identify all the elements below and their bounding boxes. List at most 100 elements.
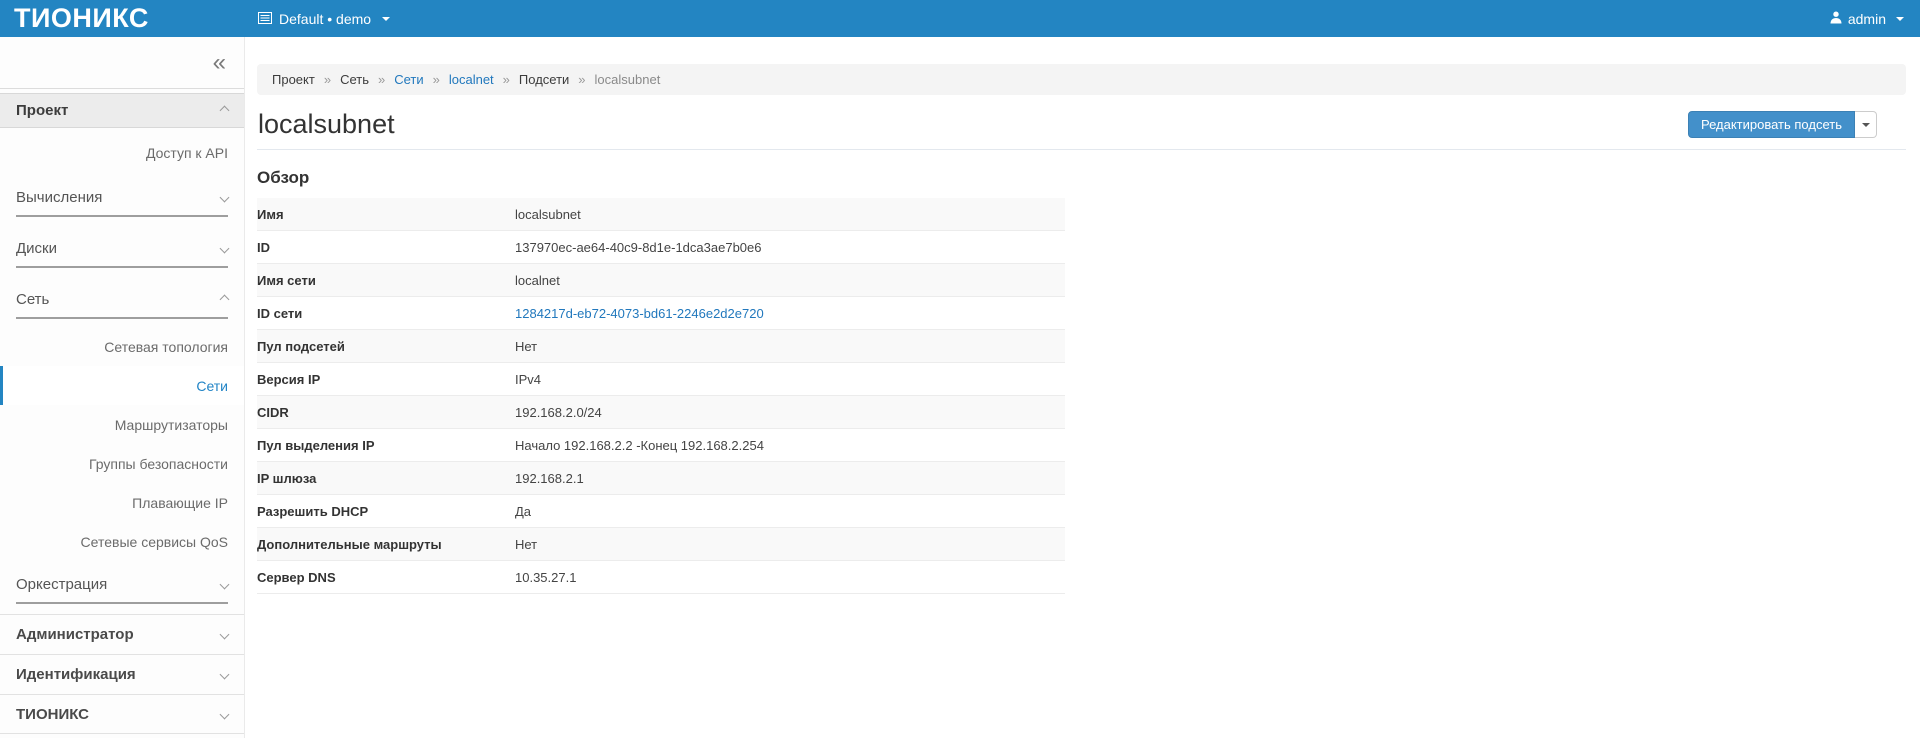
brand-logo[interactable]: ТИОНИКС: [0, 5, 245, 32]
sidebar-item-label: Маршрутизаторы: [115, 417, 228, 433]
sidebar-item-label: Сетевая топология: [104, 339, 228, 355]
sidebar-item-network-topology[interactable]: Сетевая топология: [0, 327, 244, 366]
breadcrumb-item: Сеть: [340, 72, 369, 87]
main-layout: « Проект Доступ к API Вычисления Диски С…: [0, 37, 1920, 738]
row-label: Дополнительные маршруты: [257, 537, 515, 552]
row-label: Имя: [257, 207, 515, 222]
page-header: localsubnet Редактировать подсеть: [257, 109, 1906, 150]
table-row: Пул подсетей Нет: [257, 330, 1065, 363]
row-value: 192.168.2.0/24: [515, 405, 602, 420]
user-menu[interactable]: admin: [1830, 11, 1904, 27]
row-value: Начало 192.168.2.2 -Конец 192.168.2.254: [515, 438, 764, 453]
projects-icon: [258, 11, 272, 27]
sidebar-item-floating-ips[interactable]: Плавающие IP: [0, 483, 244, 522]
double-angle-icon: »: [324, 72, 331, 87]
sidebar-panel-orchestration-label: Оркестрация: [16, 576, 107, 593]
page-title: localsubnet: [257, 109, 395, 140]
breadcrumb-link-localnet[interactable]: localnet: [449, 72, 494, 87]
table-row: Дополнительные маршруты Нет: [257, 528, 1065, 561]
sidebar-section-tionix-label: ТИОНИКС: [16, 706, 89, 723]
sidebar-panel-compute[interactable]: Вычисления: [0, 177, 244, 225]
user-menu-label: admin: [1848, 11, 1886, 27]
row-label: Пул подсетей: [257, 339, 515, 354]
project-switcher-label: Default • demo: [279, 11, 371, 27]
table-row: Сервер DNS 10.35.27.1: [257, 561, 1065, 594]
sidebar-panel-compute-label: Вычисления: [16, 189, 102, 206]
caret-down-icon: [382, 17, 390, 21]
row-label: Сервер DNS: [257, 570, 515, 585]
user-icon: [1830, 11, 1842, 27]
chevron-down-icon: [220, 192, 230, 202]
row-value: localnet: [515, 273, 560, 288]
table-row: Разрешить DHCP Да: [257, 495, 1065, 528]
breadcrumb-item: Проект: [272, 72, 315, 87]
sidebar-item-security-groups[interactable]: Группы безопасности: [0, 444, 244, 483]
chevron-up-icon: [220, 294, 230, 304]
sidebar-item-routers[interactable]: Маршрутизаторы: [0, 405, 244, 444]
chevron-down-icon: [220, 243, 230, 253]
caret-down-icon: [1862, 123, 1870, 127]
overview-heading: Обзор: [257, 168, 1906, 188]
table-row: ID сети 1284217d-eb72-4073-bd61-2246e2d2…: [257, 297, 1065, 330]
caret-down-icon: [1896, 17, 1904, 21]
table-row: Пул выделения IP Начало 192.168.2.2 -Кон…: [257, 429, 1065, 462]
overview-table: Имя localsubnet ID 137970ec-ae64-40c9-8d…: [257, 198, 1065, 594]
row-label: Разрешить DHCP: [257, 504, 515, 519]
network-id-link[interactable]: 1284217d-eb72-4073-bd61-2246e2d2e720: [515, 306, 764, 321]
breadcrumb-current: localsubnet: [595, 72, 661, 87]
sidebar-collapse-button[interactable]: «: [213, 51, 226, 75]
double-angle-icon: »: [378, 72, 385, 87]
row-label: Имя сети: [257, 273, 515, 288]
table-row: Имя localsubnet: [257, 198, 1065, 231]
table-row: Версия IP IPv4: [257, 363, 1065, 396]
sidebar-item-label: Сетевые сервисы QoS: [81, 534, 228, 550]
row-value: localsubnet: [515, 207, 581, 222]
row-label: ID сети: [257, 306, 515, 321]
breadcrumb-link-networks[interactable]: Сети: [394, 72, 423, 87]
sidebar-section-project[interactable]: Проект: [0, 93, 244, 128]
row-label: ID: [257, 240, 515, 255]
sidebar-section-identity[interactable]: Идентификация: [0, 654, 244, 694]
row-label: IP шлюза: [257, 471, 515, 486]
table-row: CIDR 192.168.2.0/24: [257, 396, 1065, 429]
sidebar-item-network-qos[interactable]: Сетевые сервисы QoS: [0, 522, 244, 561]
chevron-down-icon: [220, 709, 230, 719]
sidebar: « Проект Доступ к API Вычисления Диски С…: [0, 37, 245, 738]
double-angle-icon: »: [578, 72, 585, 87]
double-angle-icon: »: [433, 72, 440, 87]
chevron-down-icon: [220, 579, 230, 589]
table-row: IP шлюза 192.168.2.1: [257, 462, 1065, 495]
row-label: Пул выделения IP: [257, 438, 515, 453]
row-value: IPv4: [515, 372, 541, 387]
sidebar-panel-volumes[interactable]: Диски: [0, 228, 244, 276]
sidebar-item-label: Доступ к API: [146, 145, 228, 161]
table-row: ID 137970ec-ae64-40c9-8d1e-1dca3ae7b0e6: [257, 231, 1065, 264]
sidebar-item-label: Плавающие IP: [132, 495, 228, 511]
row-value: 192.168.2.1: [515, 471, 584, 486]
sidebar-item-api-access[interactable]: Доступ к API: [0, 133, 244, 173]
breadcrumb-item: Подсети: [519, 72, 569, 87]
row-value: Нет: [515, 339, 537, 354]
row-value: 10.35.27.1: [515, 570, 576, 585]
sidebar-panel-network-label: Сеть: [16, 291, 49, 308]
sidebar-panel-volumes-label: Диски: [16, 240, 57, 257]
sidebar-panel-network[interactable]: Сеть: [0, 279, 244, 327]
edit-subnet-dropdown-toggle[interactable]: [1855, 111, 1877, 138]
page-actions: Редактировать подсеть: [1688, 111, 1877, 138]
sidebar-item-label: Сети: [196, 378, 228, 394]
chevron-down-icon: [220, 670, 230, 680]
sidebar-section-tionix[interactable]: ТИОНИКС: [0, 694, 244, 734]
edit-subnet-button[interactable]: Редактировать подсеть: [1688, 111, 1855, 138]
row-value: Да: [515, 504, 531, 519]
sidebar-collapse-row: «: [0, 37, 244, 89]
sidebar-section-admin-label: Администратор: [16, 626, 134, 643]
sidebar-section-admin[interactable]: Администратор: [0, 614, 244, 654]
content-area: Проект » Сеть » Сети » localnet » Подсет…: [245, 37, 1920, 738]
sidebar-item-label: Группы безопасности: [89, 456, 228, 472]
row-value: Нет: [515, 537, 537, 552]
project-switcher[interactable]: Default • demo: [258, 11, 390, 27]
sidebar-panel-orchestration[interactable]: Оркестрация: [0, 564, 244, 612]
sidebar-section-identity-label: Идентификация: [16, 666, 136, 683]
sidebar-item-networks[interactable]: Сети: [0, 366, 244, 405]
top-navbar: ТИОНИКС Default • demo admin: [0, 0, 1920, 37]
